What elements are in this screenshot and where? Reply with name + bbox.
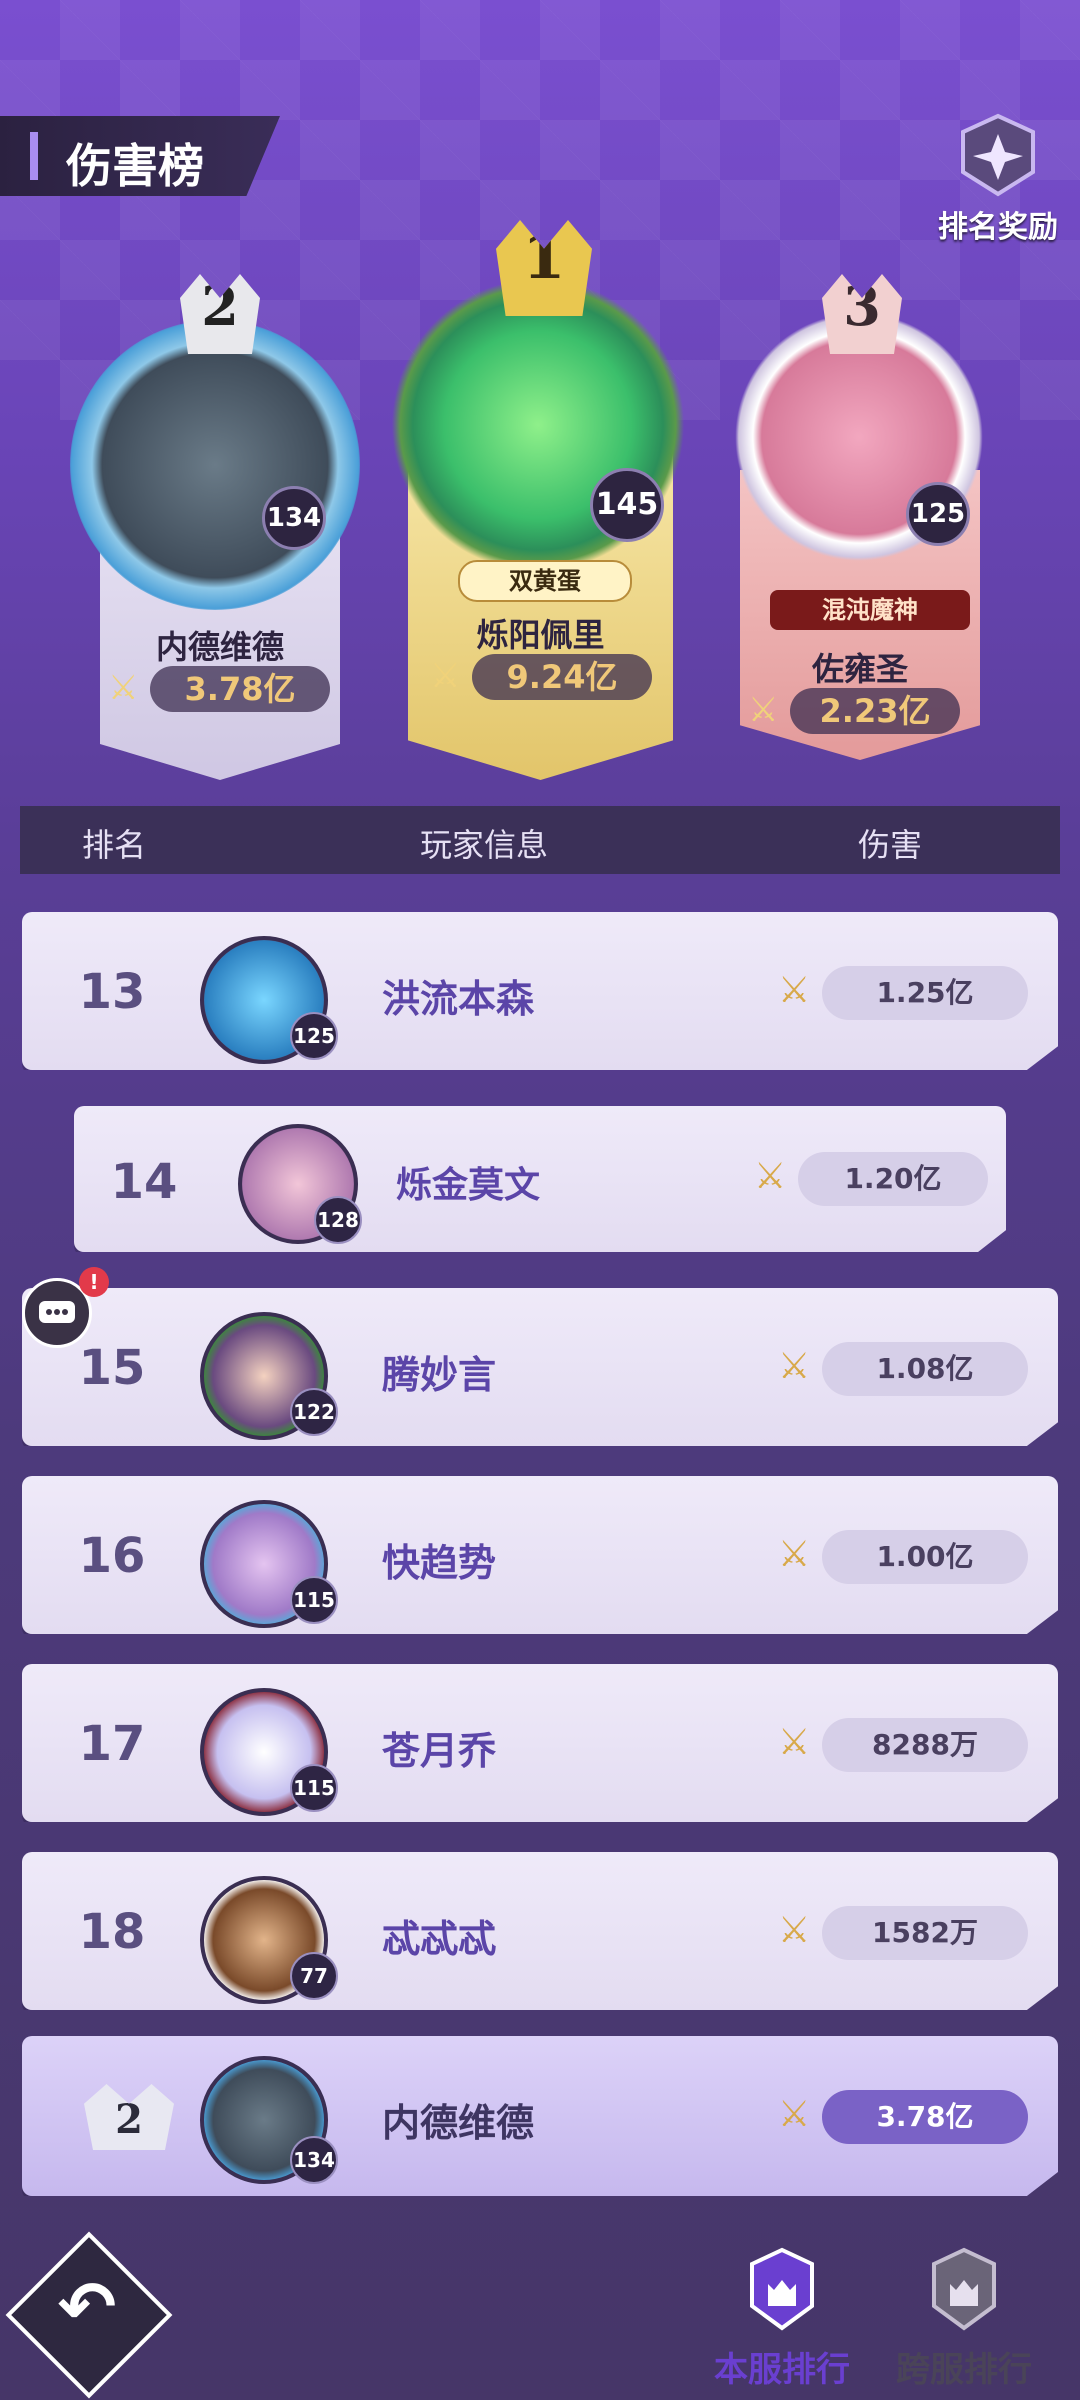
rank-number: 16 <box>78 1528 146 1584</box>
tab-cross-label: 跨服排行 <box>896 2350 1032 2390</box>
castle-shield-icon <box>750 2247 814 2331</box>
level-badge: 128 <box>314 1196 362 1244</box>
player-name: 佐雍圣 <box>811 650 908 688</box>
rank-crown: 2 <box>180 274 260 354</box>
crossed-swords-icon: ⚔ <box>778 1722 811 1763</box>
rank-crown: 1 <box>496 220 592 316</box>
title-bar: 伤害榜 <box>0 116 280 196</box>
level-badge: 145 <box>590 468 664 542</box>
level-badge: 134 <box>290 2136 338 2184</box>
damage-value: 1582万 <box>822 1906 1028 1960</box>
level-badge: 115 <box>290 1764 338 1812</box>
table-row[interactable]: 15 122 腾妙言 ⚔ 1.08亿 <box>22 1288 1058 1446</box>
player-avatar <box>70 320 360 610</box>
reward-shield-icon <box>961 113 1035 197</box>
tab-cross-server-ranking[interactable]: 跨服排行 <box>884 2244 1044 2391</box>
damage-value: 1.25亿 <box>822 966 1028 1020</box>
crossed-swords-icon: ⚔ <box>754 1156 787 1197</box>
damage-value: 2.23亿 <box>790 688 960 734</box>
column-player: 玩家信息 <box>420 826 549 864</box>
player-name: 内德维德 <box>382 2101 535 2145</box>
table-header: 排名 玩家信息 伤害 <box>20 806 1060 874</box>
rank-crown: 2 <box>84 2084 174 2150</box>
rank-reward-button[interactable]: 排名奖励 <box>928 112 1068 252</box>
damage-value: 1.08亿 <box>822 1342 1028 1396</box>
title-accent <box>30 132 38 180</box>
level-badge: 115 <box>290 1576 338 1624</box>
crossed-swords-icon: ⚔ <box>430 656 461 696</box>
tab-local-ranking[interactable]: 本服排行 <box>702 2244 862 2391</box>
damage-value: 1.00亿 <box>822 1530 1028 1584</box>
damage-value: 3.78亿 <box>150 666 330 712</box>
player-name: 苍月乔 <box>382 1729 497 1773</box>
crossed-swords-icon: ⚔ <box>778 1534 811 1575</box>
level-badge: 122 <box>290 1388 338 1436</box>
level-badge: 134 <box>262 486 326 550</box>
crossed-swords-icon: ⚔ <box>778 2094 811 2135</box>
rank-number: 15 <box>78 1340 146 1396</box>
crossed-swords-icon: ⚔ <box>108 668 139 708</box>
player-name: 烁阳佩里 <box>476 616 605 654</box>
crossed-swords-icon: ⚔ <box>748 690 779 730</box>
crossed-swords-icon: ⚔ <box>778 1346 811 1387</box>
crossed-swords-icon: ⚔ <box>778 1910 811 1951</box>
table-row[interactable]: 13 125 洪流本森 ⚔ 1.25亿 <box>22 912 1058 1070</box>
title-badge: 双黄蛋 <box>458 560 632 602</box>
player-name: 内德维德 <box>155 628 284 666</box>
self-rank-row[interactable]: 2 134 内德维德 ⚔ 3.78亿 <box>22 2036 1058 2196</box>
damage-value: 3.78亿 <box>822 2090 1028 2144</box>
chat-bubble-icon <box>39 1301 75 1323</box>
table-row[interactable]: 17 115 苍月乔 ⚔ 8288万 <box>22 1664 1058 1822</box>
rank-number: 14 <box>110 1154 178 1210</box>
title-badge: 混沌魔神 <box>770 590 970 630</box>
damage-value: 1.20亿 <box>798 1152 988 1206</box>
damage-value: 8288万 <box>822 1718 1028 1772</box>
page-title: 伤害榜 <box>66 139 204 193</box>
chat-button[interactable]: ! <box>22 1267 109 1348</box>
player-name: 洪流本森 <box>382 977 535 1021</box>
level-badge: 77 <box>290 1952 338 2000</box>
podium-rank-1[interactable]: 1 145 双黄蛋 烁阳佩里 ⚔ 9.24亿 <box>388 220 688 780</box>
level-badge: 125 <box>906 482 970 546</box>
table-row[interactable]: 14 128 烁金莫文 ⚔ 1.20亿 <box>74 1106 1006 1252</box>
podium-rank-3[interactable]: 3 125 混沌魔神 佐雍圣 ⚔ 2.23亿 <box>734 274 984 760</box>
rank-reward-label: 排名奖励 <box>938 210 1058 245</box>
damage-value: 9.24亿 <box>472 654 652 700</box>
tab-local-label: 本服排行 <box>714 2350 850 2390</box>
notification-badge: ! <box>79 1267 109 1297</box>
table-row[interactable]: 18 77 忒忒忒 ⚔ 1582万 <box>22 1852 1058 2010</box>
player-name: 烁金莫文 <box>396 1165 541 1206</box>
crossed-swords-icon: ⚔ <box>778 970 811 1011</box>
podium-rank-2[interactable]: 2 134 内德维德 ⚔ 3.78亿 <box>70 274 360 780</box>
rank-number: 18 <box>78 1904 146 1960</box>
player-name: 腾妙言 <box>382 1353 497 1397</box>
column-rank: 排名 <box>82 826 147 864</box>
table-row[interactable]: 16 115 快趋势 ⚔ 1.00亿 <box>22 1476 1058 1634</box>
player-name: 忒忒忒 <box>382 1917 497 1961</box>
player-name: 快趋势 <box>382 1541 497 1585</box>
rank-number: 13 <box>78 964 146 1020</box>
castle-shield-icon <box>932 2247 996 2331</box>
column-damage: 伤害 <box>858 826 923 864</box>
level-badge: 125 <box>290 1012 338 1060</box>
back-arrow-icon: ↶ <box>57 2266 117 2348</box>
rank-number: 17 <box>78 1716 146 1772</box>
